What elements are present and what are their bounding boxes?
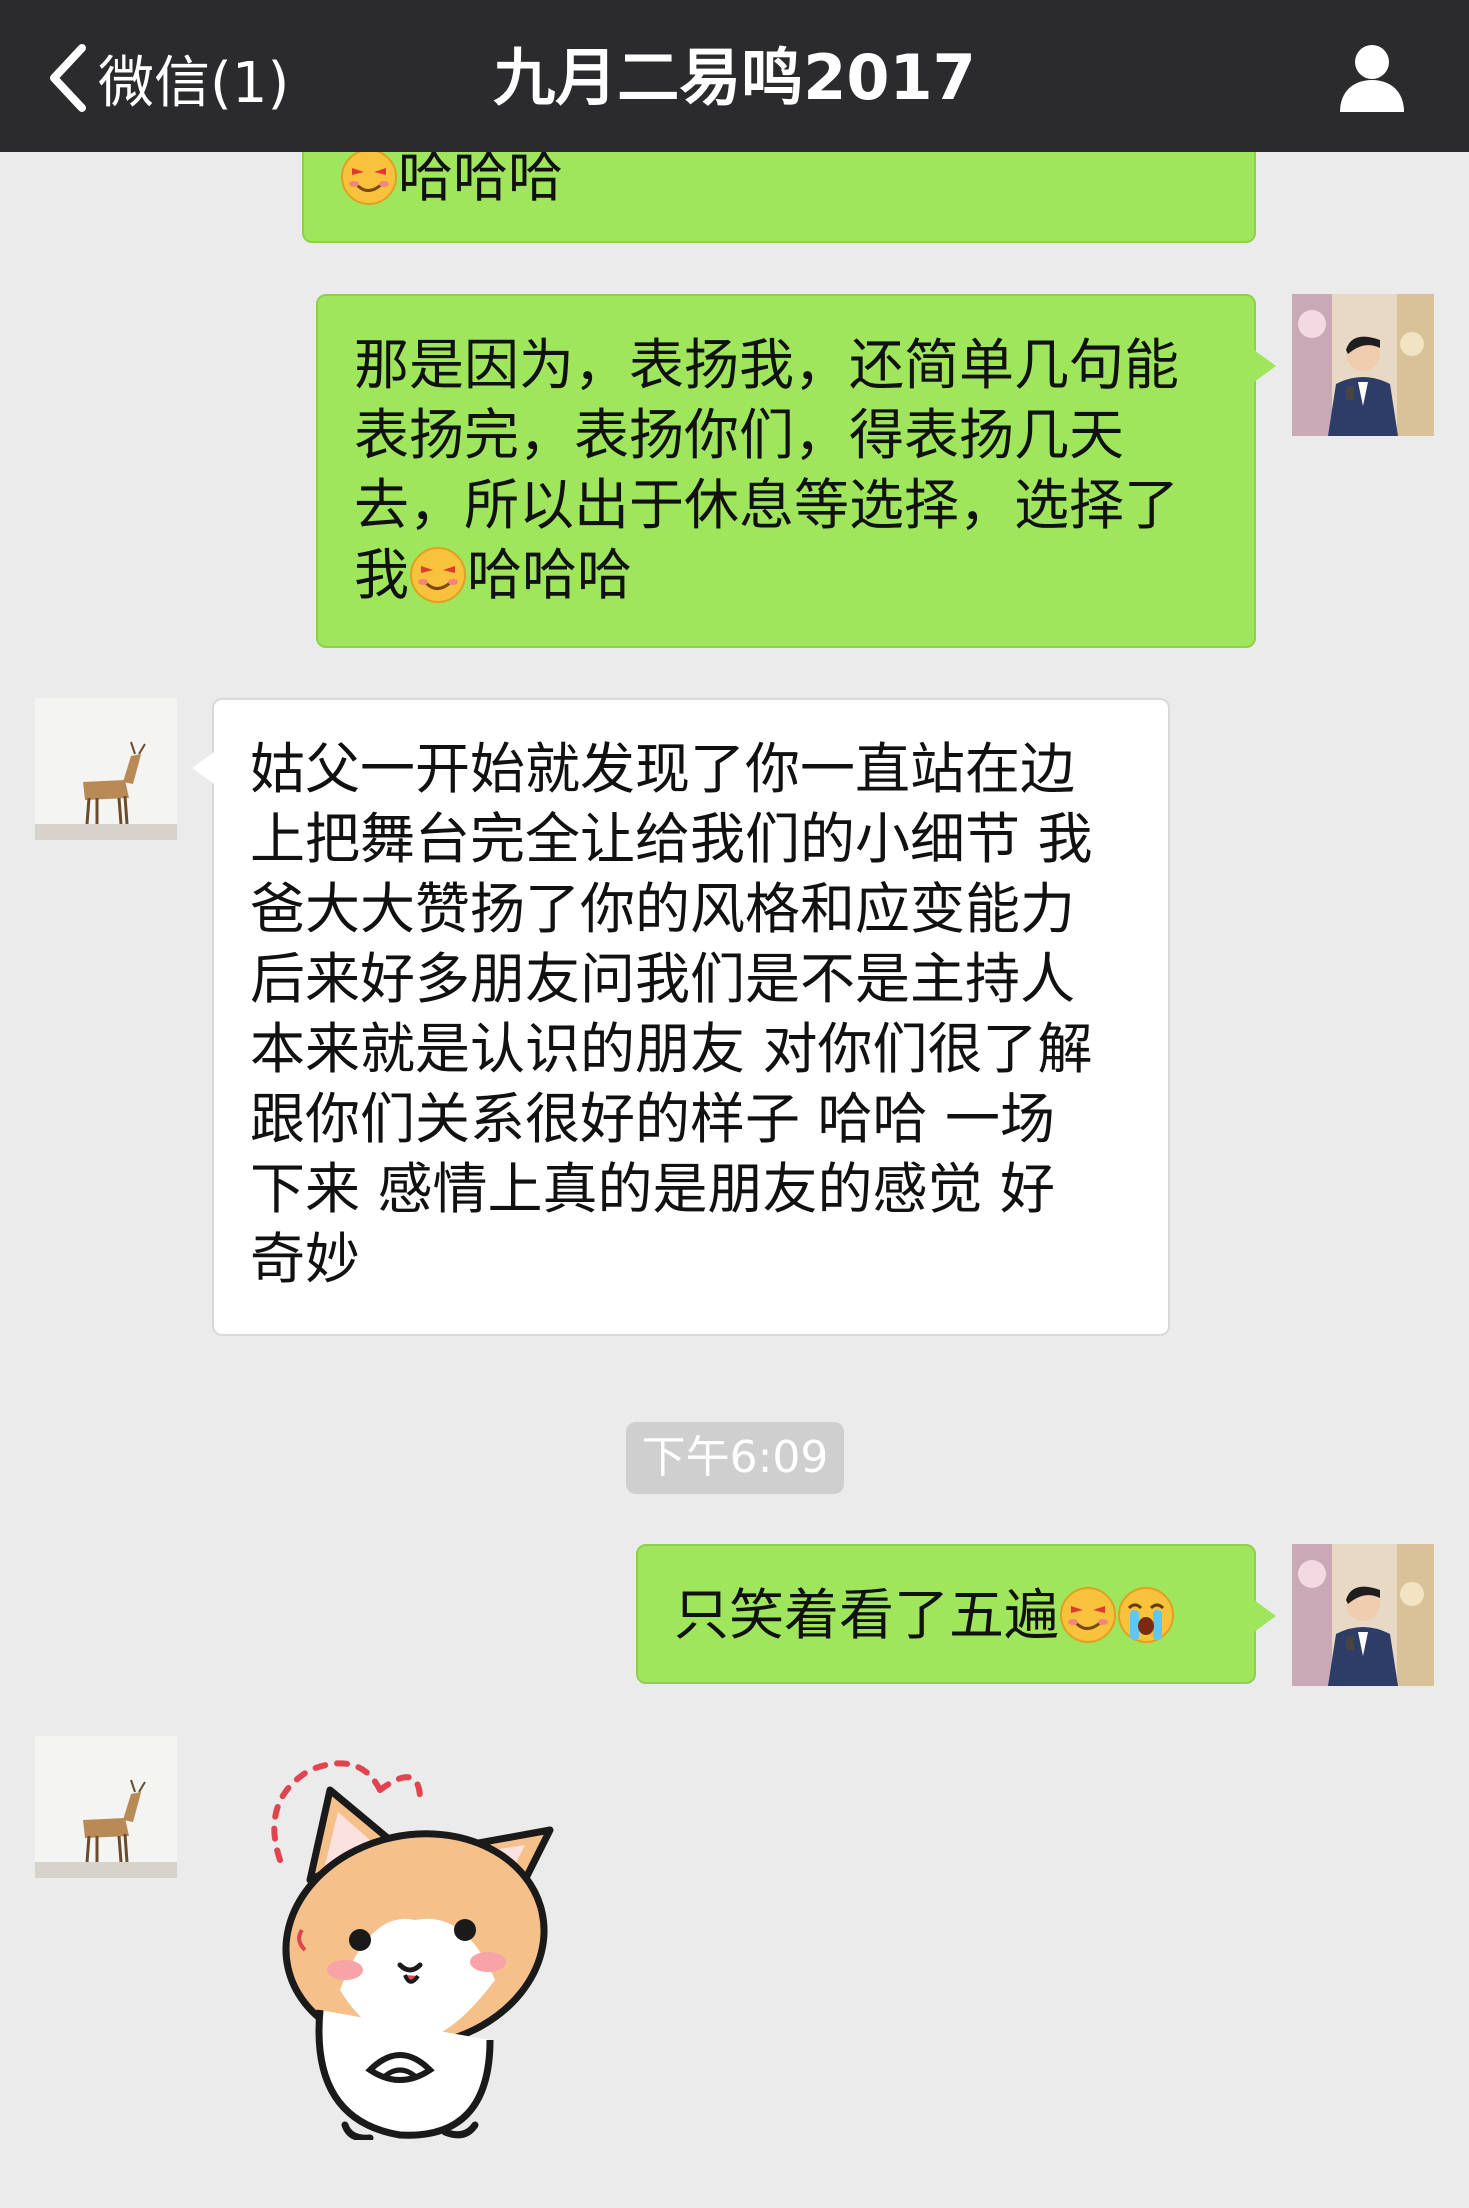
my-avatar[interactable]	[1292, 1544, 1434, 1686]
my-avatar[interactable]	[1292, 294, 1434, 436]
nav-bar: 微信(1) 九月二易鸣2017	[0, 0, 1469, 152]
timestamp: 下午6:09	[626, 1422, 844, 1494]
contact-avatar[interactable]	[35, 1736, 177, 1878]
message-line: 表扬完，表扬你们，得表扬几天	[354, 403, 1125, 467]
smirk-emoji	[340, 148, 398, 206]
message-line: 爸大大赞扬了你的风格和应变能力	[250, 877, 1076, 941]
contact-avatar[interactable]	[35, 698, 177, 840]
message-line: 姑父一开始就发现了你一直站在边	[250, 737, 1076, 801]
message-line: 下来 感情上真的是朋友的感觉 好	[250, 1157, 1055, 1221]
message-line: 跟你们关系很好的样子 哈哈 一场	[250, 1087, 1055, 1151]
message-line: 本来就是认识的朋友 对你们很了解	[250, 1017, 1093, 1081]
message-line: 那是因为，表扬我，还简单几句能	[354, 333, 1180, 397]
message-text: 只笑着看了五遍	[674, 1583, 1060, 1647]
message-bubble-incoming[interactable]: 姑父一开始就发现了你一直站在边 上把舞台完全让给我们的小细节 我 爸大大赞扬了你…	[192, 698, 1170, 1336]
message-line: 后来好多朋友问我们是不是主持人	[250, 947, 1076, 1011]
message-line: 我哈哈哈	[354, 543, 633, 607]
message-bubble-outgoing[interactable]: 只笑着看了五遍	[636, 1544, 1276, 1684]
chat-title: 九月二易鸣2017	[493, 41, 976, 114]
message-line: 去，所以出于休息等选择，选择了	[354, 473, 1180, 537]
smirk-emoji	[1059, 1586, 1117, 1644]
chat-info-button[interactable]	[1337, 42, 1407, 114]
message-line: 奇妙	[250, 1227, 361, 1291]
person-icon	[1340, 45, 1404, 112]
message-text: 哈哈哈	[398, 145, 564, 209]
message-bubble-outgoing[interactable]: 那是因为，表扬我，还简单几句能 表扬完，表扬你们，得表扬几天 去，所以出于休息等…	[316, 294, 1276, 648]
smirk-emoji	[409, 546, 467, 604]
message-line: 上把舞台完全让给我们的小细节 我	[250, 807, 1093, 871]
corgi-sticker[interactable]	[250, 1740, 590, 2140]
crying-emoji	[1117, 1586, 1175, 1644]
